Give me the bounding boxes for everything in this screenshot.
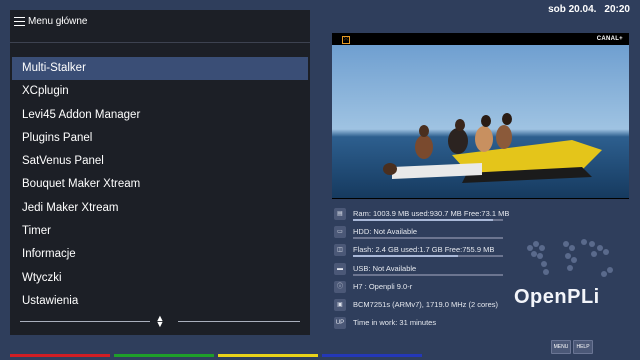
info-row-flash: ◫ Flash: 2.4 GB used:1.7 GB Free:755.9 M…: [332, 243, 508, 261]
info-row-ram: ▤ Ram: 1003.9 MB used:930.7 MB Free:73.1…: [332, 207, 510, 225]
info-row-uptime: UP Time in work: 31 minutes: [332, 316, 508, 334]
hamburger-menu-icon: [14, 16, 25, 26]
channel-logo: CANAL+: [596, 36, 623, 42]
scroll-indicator[interactable]: ▲ ▼: [12, 313, 308, 329]
clock-date: sob 20.04.: [548, 4, 597, 15]
clock: sob 20.04. 20:20: [548, 4, 630, 15]
hdd-usage-bar: [353, 237, 503, 240]
system-info-panel: ▤ Ram: 1003.9 MB used:930.7 MB Free:73.1…: [332, 207, 510, 334]
menu-item-ustawienia[interactable]: Ustawienia: [12, 290, 308, 313]
scroll-line-left: [20, 321, 150, 322]
green-key[interactable]: [114, 354, 214, 357]
menu-item-satvenus-panel[interactable]: SatVenus Panel: [12, 150, 308, 173]
menu-title: Menu główne: [28, 15, 88, 27]
scroll-line-right: [178, 321, 300, 322]
ram-usage-fill: [353, 219, 493, 221]
hdd-icon: ▭: [334, 226, 346, 239]
menu-item-wtyczki[interactable]: Wtyczki: [12, 267, 308, 290]
openpli-logo: OpenPLi: [514, 286, 600, 308]
red-key[interactable]: [10, 354, 110, 357]
info-row-image: ⓘ H7 : Openpli 9.0-r: [332, 280, 508, 298]
flash-usage-fill: [353, 255, 458, 258]
info-row-usb: ▬ USB: Not Available: [332, 262, 508, 280]
ram-usage-bar: [353, 219, 503, 221]
menu-item-multi-stalker[interactable]: Multi-Stalker: [12, 57, 308, 81]
clock-time: 20:20: [604, 4, 630, 15]
help-button[interactable]: HELP: [573, 340, 593, 354]
info-row-cpu: ▣ BCM7251s (ARMv7), 1719.0 MHz (2 cores): [332, 298, 508, 316]
menu-button[interactable]: MENU: [551, 340, 571, 354]
info-text-usb: USB: Not Available: [353, 263, 417, 273]
menu-item-informacje[interactable]: Informacje: [12, 243, 308, 266]
flash-usage-bar: [353, 255, 503, 258]
channel-badge-icon: ⤧: [342, 36, 350, 44]
menu-header: Menu główne: [10, 10, 310, 32]
info-text-uptime: Time in work: 31 minutes: [353, 318, 437, 328]
menu-item-jedi-maker-xtream[interactable]: Jedi Maker Xtream: [12, 197, 308, 220]
menu-item-timer[interactable]: Timer: [12, 220, 308, 243]
info-text-cpu: BCM7251s (ARMv7), 1719.0 MHz (2 cores): [353, 299, 499, 309]
scroll-updown-icon: ▲ ▼: [155, 313, 165, 329]
info-text-image: H7 : Openpli 9.0-r: [353, 281, 413, 291]
info-row-hdd: ▭ HDD: Not Available: [332, 225, 508, 243]
blue-key[interactable]: [322, 354, 422, 357]
menu-divider: [10, 42, 310, 43]
menu-item-plugins-panel[interactable]: Plugins Panel: [12, 127, 308, 150]
video-preview: ⤧ CANAL+: [332, 33, 629, 199]
video-frame: [332, 45, 629, 198]
yellow-key[interactable]: [218, 354, 318, 357]
menu-item-xcplugin[interactable]: XCplugin: [12, 80, 308, 103]
usb-usage-bar: [353, 273, 503, 276]
info-text-flash: Flash: 2.4 GB used:1.7 GB Free:755.9 MB: [353, 245, 495, 255]
menu-list: Multi-Stalker XCplugin Levi45 Addon Mana…: [12, 57, 308, 313]
cpu-icon: ▣: [334, 298, 346, 311]
memory-icon: ▤: [334, 208, 346, 220]
usb-icon: ▬: [334, 262, 346, 275]
info-icon: ⓘ: [334, 280, 346, 293]
info-text-hdd: HDD: Not Available: [353, 227, 418, 237]
menu-item-levi45-addon-manager[interactable]: Levi45 Addon Manager: [12, 104, 308, 127]
world-map-icon: [527, 239, 613, 277]
main-menu-panel: Menu główne Multi-Stalker XCplugin Levi4…: [10, 10, 310, 335]
menu-item-bouquet-maker-xtream[interactable]: Bouquet Maker Xtream: [12, 173, 308, 196]
flash-icon: ◫: [334, 244, 346, 257]
uptime-icon: UP: [334, 317, 346, 330]
info-text-ram: Ram: 1003.9 MB used:930.7 MB Free:73.1 M…: [353, 209, 510, 218]
